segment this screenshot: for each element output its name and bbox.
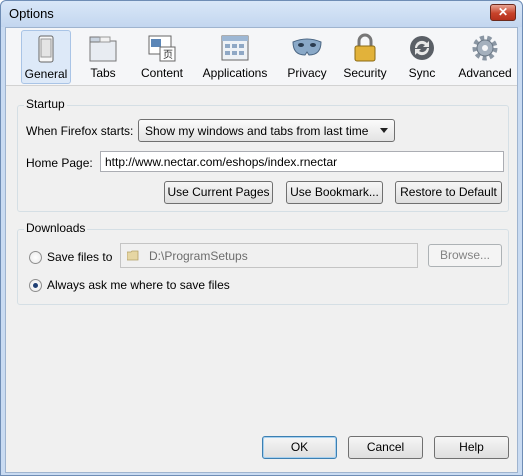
dropdown-selected-value: Show my windows and tabs from last time: [145, 124, 369, 138]
tab-label: Content: [140, 66, 184, 80]
help-button[interactable]: Help: [434, 436, 509, 459]
use-current-pages-button[interactable]: Use Current Pages: [164, 181, 273, 204]
gear-icon: [472, 35, 498, 61]
padlock-icon: [354, 33, 376, 62]
tab-tabs[interactable]: Tabs: [82, 30, 124, 84]
download-folder-field: D:\ProgramSetups: [120, 243, 418, 268]
home-page-label: Home Page:: [26, 156, 93, 170]
always-ask-label: Always ask me where to save files: [47, 278, 230, 292]
tab-label: Applications: [202, 66, 268, 80]
tab-label: Advanced: [458, 66, 512, 80]
tab-advanced[interactable]: Advanced: [455, 30, 515, 84]
svg-text:页: 页: [163, 49, 173, 61]
tab-applications[interactable]: Applications: [198, 30, 272, 84]
restore-to-default-button[interactable]: Restore to Default: [395, 181, 502, 204]
when-firefox-starts-dropdown[interactable]: Show my windows and tabs from last time: [138, 119, 395, 142]
browse-button[interactable]: Browse...: [428, 244, 502, 267]
tab-label: General: [24, 67, 68, 81]
save-files-to-label: Save files to: [47, 250, 113, 264]
use-bookmark-button[interactable]: Use Bookmark...: [286, 181, 383, 204]
save-files-to-radio[interactable]: [29, 251, 42, 264]
tab-sync[interactable]: Sync: [402, 30, 442, 84]
cancel-button[interactable]: Cancel: [348, 436, 423, 459]
tab-privacy[interactable]: Privacy: [283, 30, 331, 84]
tab-content[interactable]: 页 Content: [136, 30, 188, 84]
tab-label: Tabs: [90, 66, 116, 80]
sync-icon: [410, 36, 434, 60]
download-folder-path: D:\ProgramSetups: [149, 249, 248, 263]
downloads-group: Downloads Save files to D:\ProgramSetups…: [17, 221, 509, 305]
tab-label: Privacy: [287, 66, 327, 80]
general-icon: [38, 35, 54, 63]
options-window: Options ✕ General Tabs 页 Content Applica…: [0, 0, 523, 476]
privacy-mask-icon: [292, 38, 322, 56]
ok-button[interactable]: OK: [262, 436, 337, 459]
when-firefox-starts-label: When Firefox starts:: [26, 124, 134, 138]
tabs-icon: [89, 36, 117, 62]
home-page-input[interactable]: http://www.nectar.com/eshops/index.rnect…: [100, 151, 504, 172]
chevron-down-icon: [380, 128, 388, 133]
applications-icon: [221, 35, 249, 61]
tab-general[interactable]: General: [21, 30, 71, 84]
downloads-legend: Downloads: [24, 221, 88, 235]
startup-legend: Startup: [24, 97, 67, 111]
content-icon: 页: [148, 35, 176, 62]
tab-security[interactable]: Security: [340, 30, 390, 84]
dialog-client-area: General Tabs 页 Content Applications Priv…: [5, 27, 518, 473]
folder-icon: [127, 250, 139, 261]
title-bar[interactable]: Options ✕: [1, 1, 522, 27]
tab-label: Security: [343, 66, 387, 80]
tab-label: Sync: [408, 66, 436, 80]
startup-group: Startup When Firefox starts: Show my win…: [17, 97, 509, 212]
window-title: Options: [9, 6, 54, 21]
close-button[interactable]: ✕: [490, 4, 516, 21]
category-toolbar: General Tabs 页 Content Applications Priv…: [6, 28, 517, 86]
always-ask-radio[interactable]: [29, 279, 42, 292]
